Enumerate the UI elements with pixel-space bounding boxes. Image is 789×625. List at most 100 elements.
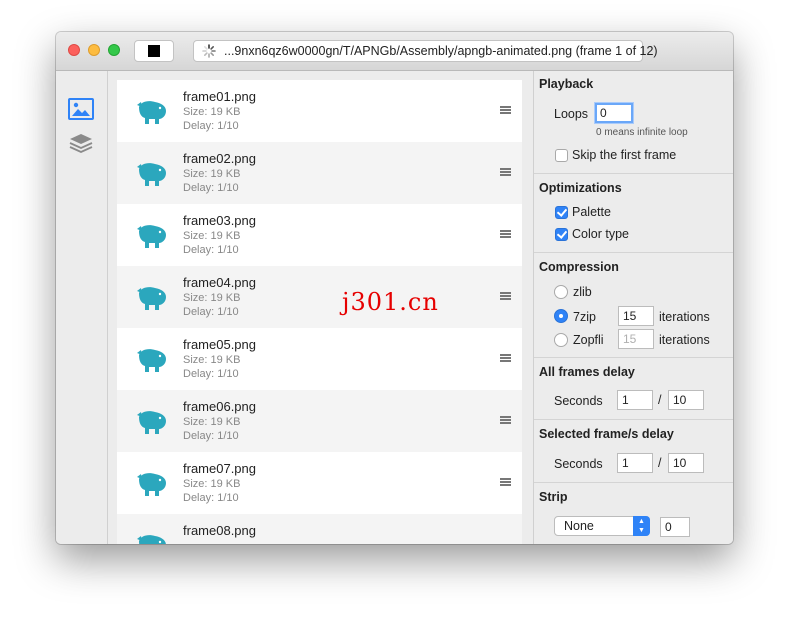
frame-thumbnail xyxy=(137,535,166,544)
frame-thumbnail xyxy=(137,411,166,434)
zlib-radio[interactable] xyxy=(554,285,568,299)
selected-delay-denominator-input[interactable]: 10 xyxy=(668,453,704,473)
frame-row[interactable]: frame01.png Size: 19 KB Delay: 1/10 xyxy=(117,80,522,142)
frame-thumbnail xyxy=(137,287,166,310)
strip-title: Strip xyxy=(539,490,568,504)
frame-thumbnail xyxy=(137,349,166,372)
frame-size: Size: 19 KB xyxy=(183,168,241,180)
zopfli-iterations-label: iterations xyxy=(659,333,710,347)
frame-name: frame02.png xyxy=(183,151,256,166)
frame-delay: Delay: 1/10 xyxy=(183,244,239,256)
watermark-text: j301.cn xyxy=(342,288,439,316)
chevron-updown-icon: ▲ ▼ xyxy=(633,516,650,536)
frame-row[interactable]: frame05.png Size: 19 KB Delay: 1/10 xyxy=(117,328,522,390)
image-icon[interactable] xyxy=(68,98,94,120)
sidebar xyxy=(56,71,108,544)
frame-size: Size: 19 KB xyxy=(183,354,241,366)
frame-size: Size: 19 KB xyxy=(183,106,241,118)
frame-thumbnail xyxy=(137,225,166,248)
7zip-iterations-input[interactable]: 15 xyxy=(618,306,654,326)
frame-name: frame05.png xyxy=(183,337,256,352)
7zip-label: 7zip xyxy=(573,310,596,324)
skip-first-frame-label: Skip the first frame xyxy=(572,148,677,162)
file-path-text: ...9nxn6qz6w0000gn/T/APNGb/Assembly/apng… xyxy=(224,44,658,58)
frame-size: Size: 19 KB xyxy=(183,478,241,490)
loops-hint: 0 means infinite loop xyxy=(596,127,688,138)
loops-label: Loops xyxy=(554,107,589,121)
loops-input[interactable]: 0 xyxy=(595,103,633,123)
compression-title: Compression xyxy=(539,260,619,274)
frame-name: frame01.png xyxy=(183,89,256,104)
frame-delay: Delay: 1/10 xyxy=(183,492,239,504)
frame-row[interactable]: frame06.png Size: 19 KB Delay: 1/10 xyxy=(117,390,522,452)
drag-handle-icon[interactable] xyxy=(500,478,511,486)
divider xyxy=(534,173,733,174)
selected-delay-seconds-label: Seconds xyxy=(554,457,603,471)
frame-thumbnail xyxy=(137,473,166,496)
frame-delay: Delay: 1/10 xyxy=(183,430,239,442)
divider xyxy=(534,357,733,358)
frame-row[interactable]: frame07.png Size: 19 KB Delay: 1/10 xyxy=(117,452,522,514)
spinner-icon xyxy=(202,44,216,58)
divider xyxy=(534,252,733,253)
frame-name: frame06.png xyxy=(183,399,256,414)
frame-name: frame07.png xyxy=(183,461,256,476)
optimizations-title: Optimizations xyxy=(539,181,622,195)
palette-label: Palette xyxy=(572,205,611,219)
divider xyxy=(534,419,733,420)
frame-list: frame01.png Size: 19 KB Delay: 1/10 fram… xyxy=(117,80,522,544)
strip-count-input[interactable]: 0 xyxy=(660,517,690,537)
frame-thumbnail xyxy=(137,101,166,124)
frame-delay: Delay: 1/10 xyxy=(183,306,239,318)
stop-icon xyxy=(148,45,160,57)
frame-size: Size: 19 KB xyxy=(183,292,241,304)
7zip-iterations-label: iterations xyxy=(659,310,710,324)
drag-handle-icon[interactable] xyxy=(500,230,511,238)
frame-name: frame03.png xyxy=(183,213,256,228)
stop-button[interactable] xyxy=(134,40,174,62)
zopfli-iterations-input[interactable]: 15 xyxy=(618,329,654,349)
zopfli-radio[interactable] xyxy=(554,333,568,347)
all-frames-delay-title: All frames delay xyxy=(539,365,635,379)
frame-thumbnail xyxy=(137,163,166,186)
frame-row[interactable]: frame02.png Size: 19 KB Delay: 1/10 xyxy=(117,142,522,204)
close-window-button[interactable] xyxy=(68,44,80,56)
selected-delay-slash: / xyxy=(658,456,662,470)
frame-name: frame04.png xyxy=(183,275,256,290)
drag-handle-icon[interactable] xyxy=(500,416,511,424)
frame-row[interactable]: frame04.png Size: 19 KB Delay: 1/10 xyxy=(117,266,522,328)
frame-size: Size: 19 KB xyxy=(183,416,241,428)
palette-checkbox[interactable] xyxy=(555,206,568,219)
frame-delay: Delay: 1/10 xyxy=(183,120,239,132)
drag-handle-icon[interactable] xyxy=(500,354,511,362)
strip-select-value: None xyxy=(564,519,594,533)
layers-icon[interactable] xyxy=(68,132,94,154)
selected-delay-numerator-input[interactable]: 1 xyxy=(617,453,653,473)
zlib-label: zlib xyxy=(573,285,592,299)
drag-handle-icon[interactable] xyxy=(500,292,511,300)
drag-handle-icon[interactable] xyxy=(500,106,511,114)
skip-first-frame-checkbox[interactable] xyxy=(555,149,568,162)
color-type-checkbox[interactable] xyxy=(555,228,568,241)
all-delay-denominator-input[interactable]: 10 xyxy=(668,390,704,410)
path-bar: ...9nxn6qz6w0000gn/T/APNGb/Assembly/apng… xyxy=(193,40,658,62)
drag-handle-icon[interactable] xyxy=(500,168,511,176)
frame-row[interactable]: frame03.png Size: 19 KB Delay: 1/10 xyxy=(117,204,522,266)
strip-select[interactable]: None ▲ ▼ xyxy=(554,516,650,536)
all-delay-seconds-label: Seconds xyxy=(554,394,603,408)
all-delay-slash: / xyxy=(658,393,662,407)
settings-panel: Playback Loops 0 0 means infinite loop S… xyxy=(533,71,733,544)
divider xyxy=(534,482,733,483)
frame-size: Size: 19 KB xyxy=(183,230,241,242)
selected-delay-title: Selected frame/s delay xyxy=(539,427,674,441)
color-type-label: Color type xyxy=(572,227,629,241)
title-bar: ...9nxn6qz6w0000gn/T/APNGb/Assembly/apng… xyxy=(56,32,733,71)
zoom-window-button[interactable] xyxy=(108,44,120,56)
playback-title: Playback xyxy=(539,77,594,91)
7zip-radio[interactable] xyxy=(554,309,568,323)
minimize-window-button[interactable] xyxy=(88,44,100,56)
frame-row[interactable]: frame08.png xyxy=(117,514,522,544)
all-delay-numerator-input[interactable]: 1 xyxy=(617,390,653,410)
frame-name: frame08.png xyxy=(183,523,256,538)
zopfli-label: Zopfli xyxy=(573,333,604,347)
